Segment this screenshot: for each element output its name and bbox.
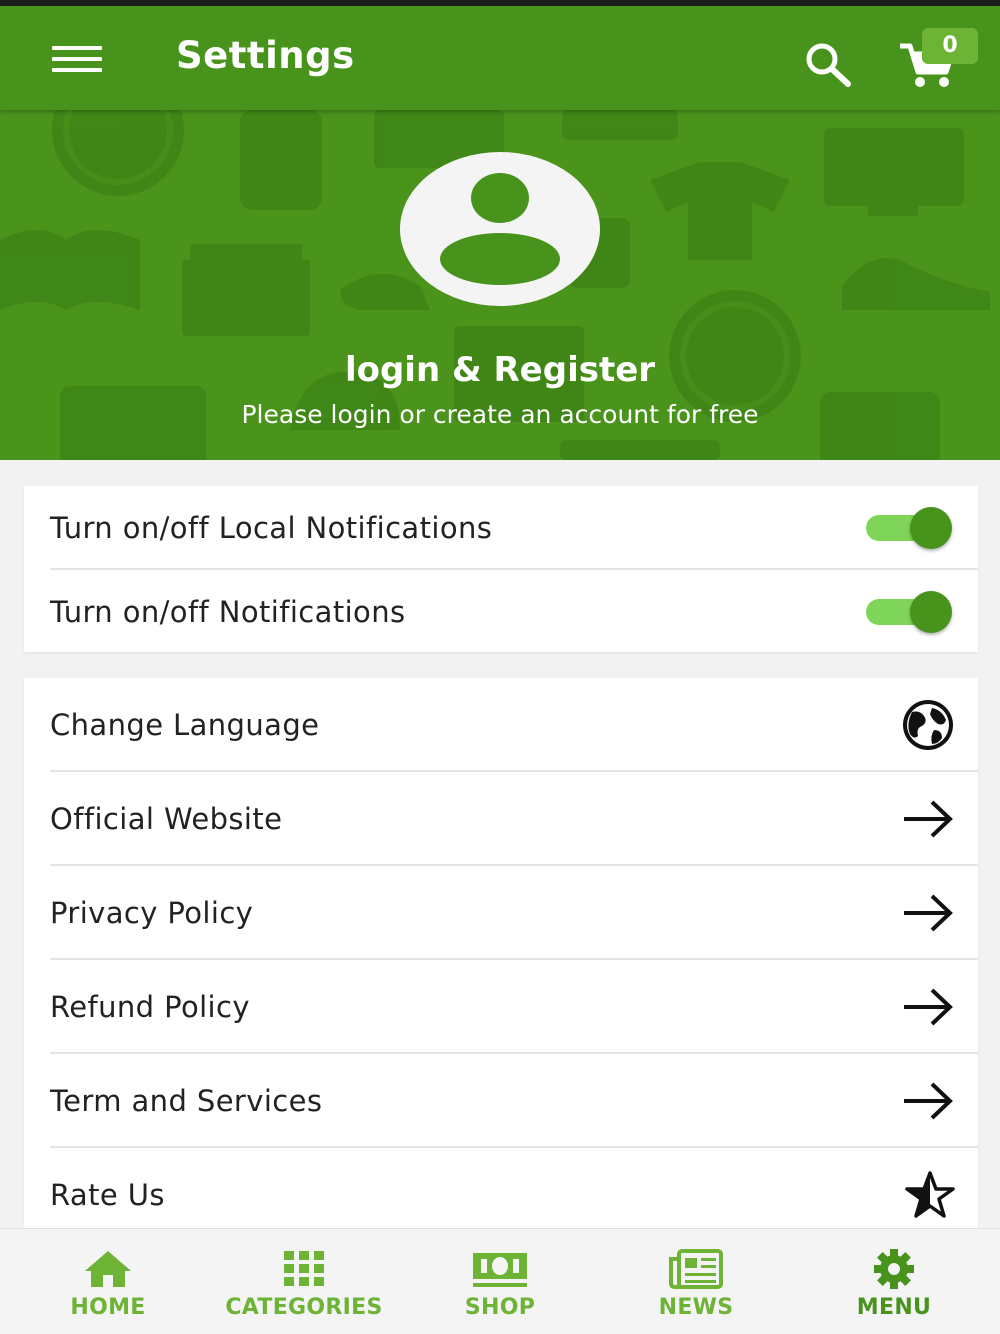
local-notifications-label: Turn on/off Local Notifications <box>50 511 493 545</box>
change-language-label: Change Language <box>50 708 320 742</box>
nav-news-label: NEWS <box>658 1295 734 1320</box>
refund-policy-row[interactable]: Refund Policy <box>24 960 978 1054</box>
page-title: Settings <box>176 34 355 77</box>
globe-icon <box>903 700 953 750</box>
privacy-policy-row[interactable]: Privacy Policy <box>24 866 978 960</box>
nav-menu-label: MENU <box>856 1295 932 1320</box>
local-notifications-toggle[interactable] <box>864 507 956 549</box>
nav-shop[interactable]: SHOP <box>402 1229 598 1334</box>
notifications-row[interactable]: Turn on/off Notifications <box>24 570 978 654</box>
official-website-label: Official Website <box>50 802 283 836</box>
nav-shop-label: SHOP <box>464 1295 536 1320</box>
login-register-title[interactable]: login & Register <box>0 350 1000 390</box>
arrow-right-icon <box>904 1082 953 1120</box>
menu-icon[interactable] <box>52 44 104 74</box>
nav-home-label: HOME <box>70 1295 146 1320</box>
official-website-row[interactable]: Official Website <box>24 772 978 866</box>
home-icon <box>85 1251 131 1287</box>
nav-news[interactable]: NEWS <box>598 1229 794 1334</box>
star-icon <box>905 1171 955 1218</box>
login-register-subtitle: Please login or create an account for fr… <box>241 400 759 429</box>
arrow-right-icon <box>904 988 953 1026</box>
nav-menu[interactable]: MENU <box>796 1229 992 1334</box>
newspaper-icon <box>669 1249 723 1289</box>
user-avatar-icon[interactable] <box>400 152 600 306</box>
change-language-row[interactable]: Change Language <box>24 678 978 772</box>
nav-categories[interactable]: CATEGORIES <box>206 1229 402 1334</box>
term-and-services-label: Term and Services <box>50 1084 323 1118</box>
rate-us-label: Rate Us <box>50 1178 165 1212</box>
notifications-label: Turn on/off Notifications <box>50 595 406 629</box>
refund-policy-label: Refund Policy <box>50 990 250 1024</box>
notification-settings-card: Turn on/off Local Notifications Turn on/… <box>24 486 978 652</box>
general-settings-card: Change Language Official Website Privacy… <box>24 678 978 1238</box>
nav-home[interactable]: HOME <box>10 1229 206 1334</box>
nav-categories-label: CATEGORIES <box>225 1295 383 1320</box>
grid-icon <box>284 1251 324 1286</box>
gear-icon <box>874 1249 914 1289</box>
term-and-services-row[interactable]: Term and Services <box>24 1054 978 1148</box>
cart-count-badge: 0 <box>922 28 978 64</box>
arrow-right-icon <box>904 894 953 932</box>
banknote-icon <box>473 1253 527 1287</box>
app-bar: Settings 0 <box>0 6 1000 110</box>
bottom-navigation: HOME CATEGORIES SHOP NEWS MENU <box>0 1228 1000 1334</box>
profile-header: login & Register Please login or create … <box>0 110 1000 460</box>
local-notifications-row[interactable]: Turn on/off Local Notifications <box>24 486 978 570</box>
privacy-policy-label: Privacy Policy <box>50 896 254 930</box>
arrow-right-icon <box>904 800 953 838</box>
notifications-toggle[interactable] <box>864 591 956 633</box>
search-icon[interactable] <box>802 40 854 88</box>
